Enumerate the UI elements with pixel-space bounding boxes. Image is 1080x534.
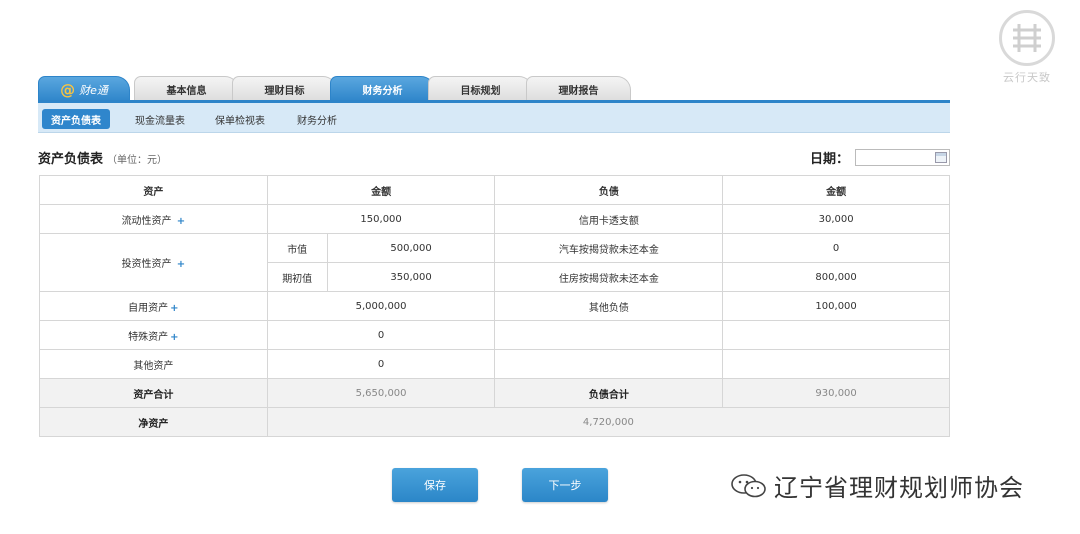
subtab-cash-flow[interactable]: 现金流量表 [126,109,194,129]
header-liabilities: 负债 [494,175,724,205]
invest-label: 投资性资产 [121,259,172,270]
other-liab-value: 100,000 [722,291,950,321]
row-label-liquid: 流动性资产 + [39,204,268,234]
total-liab-label: 负债合计 [494,378,724,408]
table-row: 流动性资产 + 150,000 信用卡透支额 30,000 [39,204,950,234]
other-liab-label: 其他负债 [494,291,724,321]
credit-card-label: 信用卡透支额 [494,204,724,234]
row-label-invest: 投资性资产 + [39,233,268,292]
main-tabbar: @ 财e通 基本信息 理财目标 财务分析 目标规划 理财报告 [38,74,950,102]
credit-card-value: 30,000 [722,204,950,234]
wechat-icon [730,473,768,499]
subtab-bar: 资产负债表 现金流量表 保单检视表 财务分析 [38,103,950,133]
tab-financial-analysis[interactable]: 财务分析 [330,76,435,102]
empty-cell [722,349,950,379]
special-label: 特殊资产 [128,331,169,343]
seal-logo: 云行天致 [996,10,1058,100]
net-assets-label: 净资产 [39,407,268,437]
subtab-balance-sheet[interactable]: 资产负债表 [42,109,110,129]
logo-at-icon: @ [60,80,76,99]
page-title: 资产负债表 （单位：元） [38,148,167,167]
initial-value: 350,000 [326,262,496,292]
table-row: 投资性资产 + 市值 500,000 汽车按揭贷款未还本金 0 [39,233,950,292]
total-row: 资产合计 5,650,000 负债合计 930,000 [39,378,950,408]
total-assets-label: 资产合计 [39,378,268,408]
empty-cell [494,320,724,350]
subtab-financial-analysis[interactable]: 财务分析 [288,109,346,129]
save-button[interactable]: 保存 [392,468,478,502]
own-value: 5,000,000 [266,291,496,321]
empty-cell [722,320,950,350]
header-assets: 资产 [39,175,268,205]
net-assets-value: 4,720,000 [266,407,951,437]
watermark: 辽宁省理财规划师协会 [730,468,1024,503]
total-assets-value: 5,650,000 [266,378,496,408]
market-value: 500,000 [326,233,496,263]
row-label-own: 自用资产 + [39,291,268,321]
page-unit: （单位：元） [107,155,168,166]
car-loan-value: 0 [722,233,950,263]
tab-financial-report[interactable]: 理财报告 [526,76,631,102]
watermark-text: 辽宁省理财规划师协会 [774,474,1024,502]
tab-goal-planning[interactable]: 目标规划 [428,76,533,102]
date-label: 日期： [810,152,850,167]
expand-plus-icon[interactable]: + [170,332,178,343]
liquid-value: 150,000 [266,204,496,234]
page-title-text: 资产负债表 [38,152,104,167]
table-header-row: 资产 金额 负债 金额 [39,175,950,205]
car-loan-label: 汽车按揭贷款未还本金 [494,233,724,263]
logo-tab[interactable]: @ 财e通 [38,76,130,102]
seal-icon [999,10,1055,66]
other-asset-label: 其他资产 [39,349,268,379]
expand-plus-icon[interactable]: + [177,259,185,270]
mortgage-value: 800,000 [722,262,950,292]
table-row: 特殊资产 + 0 [39,320,950,350]
table-row: 自用资产 + 5,000,000 其他负债 100,000 [39,291,950,321]
tab-financial-goals[interactable]: 理财目标 [232,76,337,102]
expand-plus-icon[interactable]: + [170,303,178,314]
expand-plus-icon[interactable]: + [177,216,185,227]
header-asset-amount: 金额 [266,175,496,205]
header-liability-amount: 金额 [722,175,950,205]
other-asset-value: 0 [266,349,496,379]
empty-cell [494,349,724,379]
liquid-label: 流动性资产 [121,215,172,227]
special-value: 0 [266,320,496,350]
net-assets-row: 净资产 4,720,000 [39,407,951,437]
seal-caption: 云行天致 [1003,71,1051,84]
total-liab-value: 930,000 [722,378,950,408]
mortgage-label: 住房按揭贷款未还本金 [494,262,724,292]
tab-basic-info[interactable]: 基本信息 [134,76,239,102]
table-row: 其他资产 0 [39,349,950,379]
initial-value-label: 期初值 [266,262,328,292]
market-value-label: 市值 [266,233,328,263]
balance-sheet-table: 资产 金额 负债 金额 流动性资产 + 150,000 信用卡透支额 30,00… [39,175,951,437]
subtab-policy-review[interactable]: 保单检视表 [206,109,274,129]
next-step-button[interactable]: 下一步 [522,468,608,502]
calendar-icon[interactable] [935,152,947,163]
logo-label: 财e通 [79,83,108,97]
row-label-special: 特殊资产 + [39,320,268,350]
own-label: 自用资产 [128,302,169,314]
